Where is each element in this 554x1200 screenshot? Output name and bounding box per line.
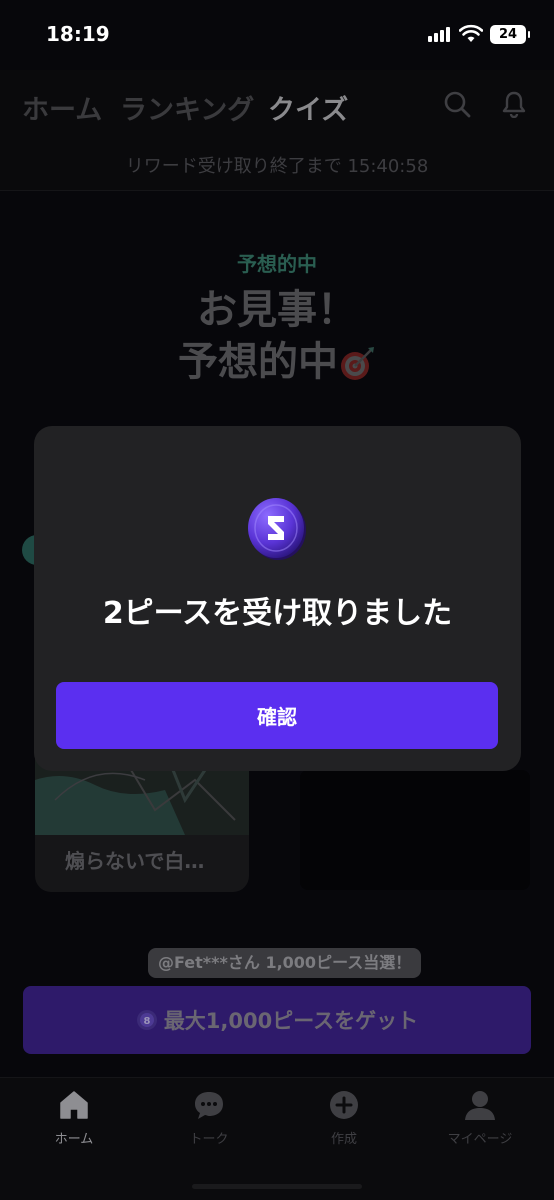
- bottom-nav: ホーム トーク 作成 マイページ: [0, 1077, 554, 1200]
- piece-coin-icon: [248, 498, 306, 560]
- nav-create-label: 作成: [330, 1132, 357, 1147]
- nav-home-label: ホーム: [54, 1132, 94, 1147]
- nav-talk-label: トーク: [189, 1132, 229, 1147]
- result-label: 予想的中: [237, 252, 317, 276]
- winner-banner: @Fet***さん 1,000ピース当選！: [148, 948, 422, 978]
- get-pieces-button[interactable]: 8 最大1,000ピースをゲット: [23, 986, 531, 1054]
- result-title: お見事！ 予想的中: [0, 284, 554, 388]
- svg-text:8: 8: [143, 1016, 150, 1027]
- result-title-line2: 予想的中: [178, 339, 338, 385]
- status-bar: 18:19 24: [0, 0, 554, 70]
- tab-home[interactable]: ホーム: [22, 88, 102, 127]
- plus-circle-icon: [330, 1091, 358, 1119]
- reward-dialog: 2ピースを受け取りました 確認: [34, 426, 521, 771]
- battery-icon: 24: [490, 25, 530, 44]
- chat-icon: [195, 1092, 223, 1119]
- nav-mypage-label: マイページ: [447, 1132, 513, 1147]
- home-icon: [60, 1091, 88, 1119]
- wifi-icon: [459, 24, 483, 42]
- tab-quiz[interactable]: クイズ: [268, 88, 348, 127]
- cellular-signal-icon: [428, 27, 450, 42]
- reward-countdown: リワード受け取り終了まで 15:40:58: [125, 156, 429, 177]
- nav-mypage[interactable]: マイページ: [430, 1088, 530, 1147]
- piece-coin-icon: 8: [136, 1010, 157, 1030]
- tab-ranking[interactable]: ランキング: [120, 88, 254, 127]
- person-icon: [465, 1091, 495, 1120]
- status-time: 18:19: [46, 22, 110, 46]
- home-indicator: [192, 1184, 362, 1189]
- dart-target-icon: [341, 347, 374, 380]
- nav-talk[interactable]: トーク: [159, 1088, 259, 1147]
- result-title-line1: お見事！: [197, 287, 357, 333]
- confirm-button[interactable]: 確認: [56, 682, 498, 749]
- bell-icon[interactable]: [500, 90, 528, 118]
- search-icon[interactable]: [443, 90, 471, 118]
- background-card: [300, 770, 530, 890]
- reward-message: 2ピースを受け取りました: [102, 596, 453, 631]
- top-header: ホーム ランキング クイズ リワード受け取り終了まで 15:40:58: [0, 70, 554, 191]
- get-pieces-label: 最大1,000ピースをゲット: [163, 1009, 419, 1033]
- nav-home[interactable]: ホーム: [24, 1088, 124, 1147]
- post-card-title: 煽らないで白…: [65, 849, 205, 873]
- nav-create[interactable]: 作成: [294, 1088, 394, 1147]
